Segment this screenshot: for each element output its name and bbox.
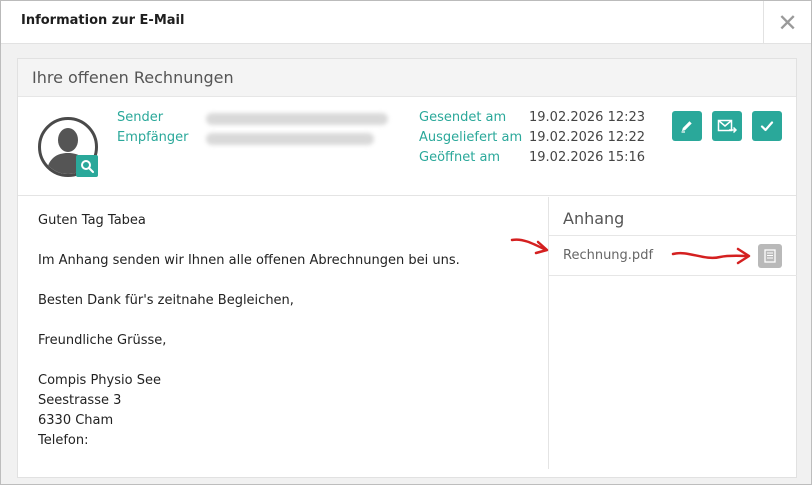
forward-button[interactable] [712, 111, 742, 141]
check-icon [760, 121, 774, 132]
sender-value-redacted [206, 113, 388, 125]
search-icon [81, 160, 94, 173]
dialog-title: Information zur E-Mail [21, 13, 185, 28]
sent-label: Gesendet am [419, 110, 507, 125]
opened-value: 19.02.2026 15:16 [529, 150, 646, 165]
recipient-label: Empfänger [117, 130, 189, 145]
mail-forward-icon [717, 119, 737, 134]
delivered-value: 19.02.2026 12:22 [529, 130, 646, 145]
email-body: Guten Tag Tabea Im Anhang senden wir Ihn… [18, 197, 548, 469]
annotation-arrow-right [671, 247, 751, 265]
attachment-name[interactable]: Rechnung.pdf [563, 248, 653, 263]
sent-value: 19.02.2026 12:23 [529, 110, 646, 125]
body-line: Freundliche Grüsse, [38, 333, 167, 348]
opened-label: Geöffnet am [419, 150, 501, 165]
attachments-title: Anhang [563, 209, 625, 228]
email-subject-bar: Ihre offenen Rechnungen [18, 59, 796, 97]
delivered-label: Ausgeliefert am [419, 130, 523, 145]
document-icon [764, 249, 776, 263]
body-line: Compis Physio See [38, 373, 161, 388]
pencil-icon [681, 121, 692, 133]
body-line: Telefon: [38, 433, 89, 448]
body-line: 6330 Cham [38, 413, 114, 428]
annotation-arrow-left [510, 238, 549, 255]
dialog-header: Information zur E-Mail ✕ [1, 1, 811, 44]
body-line: Guten Tag Tabea [38, 213, 146, 228]
confirm-button[interactable] [752, 111, 782, 141]
email-subject: Ihre offenen Rechnungen [32, 68, 234, 87]
close-button[interactable]: ✕ [763, 1, 811, 44]
email-info-dialog: Information zur E-Mail ✕ Ihre offenen Re… [0, 0, 812, 485]
attachments-panel: Anhang Rechnung.pdf [548, 197, 797, 469]
sender-label: Sender [117, 110, 164, 125]
body-line: Seestrasse 3 [38, 393, 122, 408]
edit-button[interactable] [672, 111, 702, 141]
avatar-search-button[interactable] [76, 155, 98, 177]
body-line: Im Anhang senden wir Ihnen alle offenen … [38, 253, 460, 268]
close-icon: ✕ [777, 8, 798, 37]
body-line: Besten Dank für's zeitnahe Begleichen, [38, 293, 294, 308]
recipient-value-redacted [206, 133, 374, 145]
open-attachment-button[interactable] [758, 244, 782, 268]
email-metadata: Sender Empfänger Gesendet am 19.02.2026 … [18, 97, 796, 196]
